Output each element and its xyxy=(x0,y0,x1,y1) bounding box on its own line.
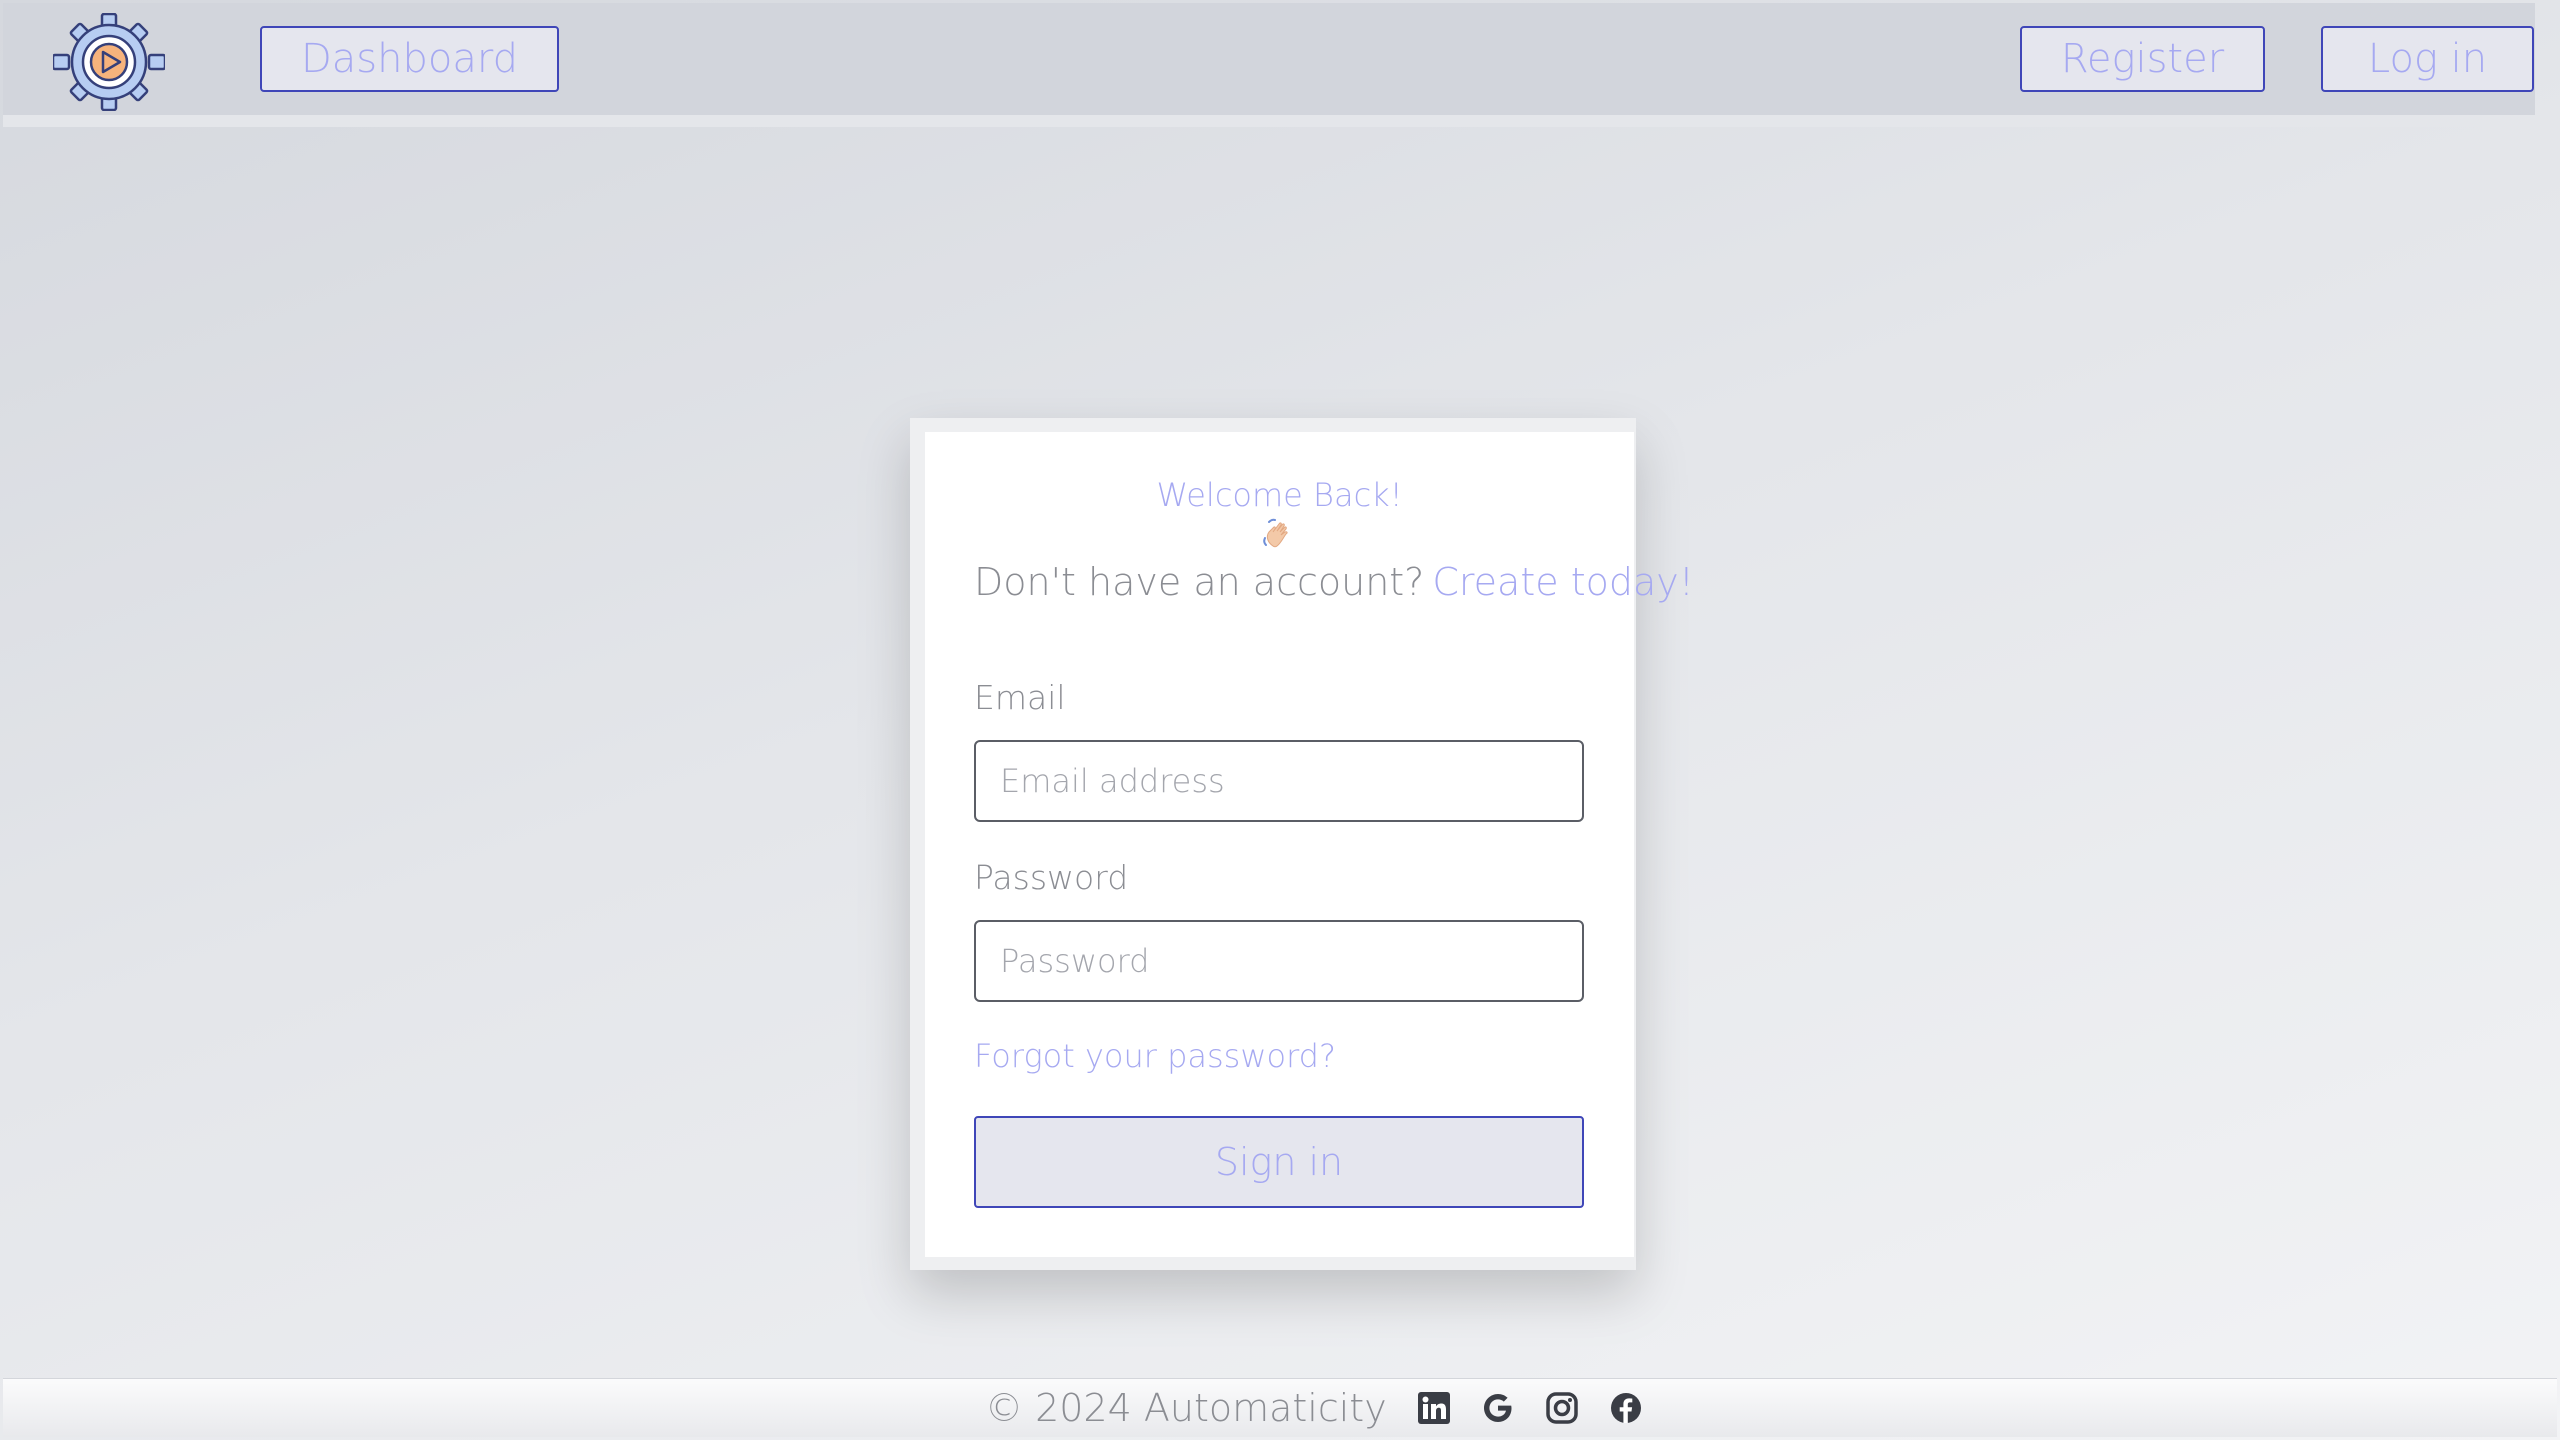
login-card: Welcome Back! Don't have an account? Crea… xyxy=(925,432,1694,1257)
copyright-text: © 2024 Automaticity xyxy=(985,1386,1387,1430)
email-field[interactable] xyxy=(974,740,1584,822)
gear-play-logo-icon[interactable] xyxy=(53,13,165,111)
no-account-prompt: Don't have an account? Create today! xyxy=(974,560,1694,604)
password-field[interactable] xyxy=(974,920,1584,1002)
no-account-text: Don't have an account? xyxy=(974,560,1425,604)
password-label: Password xyxy=(974,858,1129,897)
forgot-password-link[interactable]: Forgot your password? xyxy=(974,1037,1336,1075)
dashboard-button[interactable]: Dashboard xyxy=(260,26,559,92)
sign-in-button[interactable]: Sign in xyxy=(974,1116,1584,1208)
footer: © 2024 Automaticity xyxy=(3,1378,2557,1437)
waving-hand-icon xyxy=(1263,518,1288,548)
create-account-link[interactable]: Create today! xyxy=(1432,560,1694,604)
welcome-heading: Welcome Back! xyxy=(1156,476,1403,514)
facebook-icon[interactable] xyxy=(1609,1391,1643,1425)
google-icon[interactable] xyxy=(1481,1391,1515,1425)
footer-content: © 2024 Automaticity xyxy=(985,1379,1673,1437)
login-button[interactable]: Log in xyxy=(2321,26,2534,92)
email-label: Email xyxy=(974,678,1066,717)
linkedin-icon[interactable] xyxy=(1417,1391,1451,1425)
register-button[interactable]: Register xyxy=(2020,26,2265,92)
instagram-icon[interactable] xyxy=(1545,1391,1579,1425)
top-navbar: Dashboard Register Log in xyxy=(3,3,2535,127)
